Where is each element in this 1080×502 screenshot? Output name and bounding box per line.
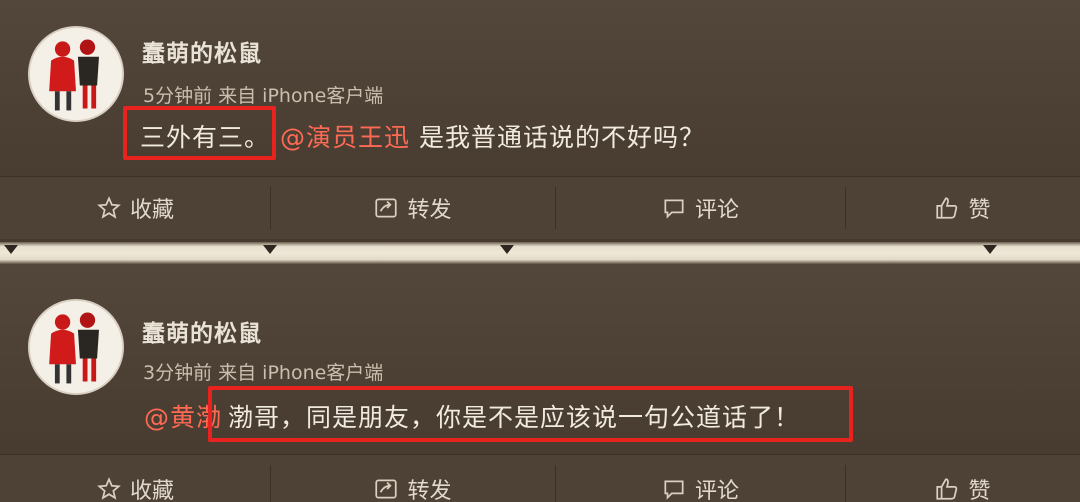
post-meta: 3分钟前 来自 iPhone客户端 xyxy=(143,362,384,384)
favorite-label: 收藏 xyxy=(129,479,174,502)
like-label: 赞 xyxy=(968,198,991,223)
like-button[interactable]: 赞 xyxy=(845,465,1080,502)
repost-label: 转发 xyxy=(407,198,452,223)
comment-icon xyxy=(664,199,684,219)
like-button[interactable]: 赞 xyxy=(845,177,1080,239)
post-text-after: 是我普通话说的不好吗？ xyxy=(410,123,705,152)
avatar-image xyxy=(30,28,122,120)
comment-icon xyxy=(664,480,684,500)
username[interactable]: 蠢萌的松鼠 xyxy=(142,314,262,348)
like-label: 赞 xyxy=(968,479,991,502)
thumbs-up-icon xyxy=(936,478,958,500)
avatar-image xyxy=(30,301,122,393)
favorite-button[interactable]: 收藏 xyxy=(0,177,270,239)
favorite-label: 收藏 xyxy=(129,198,174,223)
weibo-post: 蠢萌的松鼠 5分钟前 来自 iPhone客户端 三外有三。 @演员王迅 是我普通话… xyxy=(0,0,1080,242)
comment-button[interactable]: 评论 xyxy=(555,465,845,502)
avatar[interactable] xyxy=(28,26,124,122)
repost-label: 转发 xyxy=(407,479,452,502)
comment-label: 评论 xyxy=(694,479,739,502)
repost-button[interactable]: 转发 xyxy=(270,465,555,502)
highlight-box xyxy=(208,386,853,442)
repost-icon xyxy=(375,479,398,499)
weibo-post: 蠢萌的松鼠 3分钟前 来自 iPhone客户端 @黄渤 渤哥，同是朋友，你是不是应… xyxy=(0,264,1080,502)
star-icon xyxy=(97,477,121,500)
repost-icon xyxy=(375,198,398,218)
notch-marker xyxy=(500,245,514,254)
action-bar: 收藏 转发 评论 赞 xyxy=(0,176,1080,239)
comment-button[interactable]: 评论 xyxy=(555,177,845,239)
action-bar: 收藏 转发 评论 赞 xyxy=(0,454,1080,502)
thumbs-up-icon xyxy=(936,197,958,219)
star-icon xyxy=(97,196,121,219)
avatar[interactable] xyxy=(28,299,124,395)
comment-label: 评论 xyxy=(694,198,739,223)
highlight-box xyxy=(123,106,276,160)
username[interactable]: 蠢萌的松鼠 xyxy=(142,34,262,68)
mention-link[interactable]: @演员王迅 xyxy=(280,123,410,152)
separator xyxy=(0,242,1080,264)
notch-marker xyxy=(983,245,997,254)
repost-button[interactable]: 转发 xyxy=(270,177,555,239)
notch-marker xyxy=(4,245,18,254)
notch-marker xyxy=(263,245,277,254)
post-meta: 5分钟前 来自 iPhone客户端 xyxy=(143,85,384,107)
favorite-button[interactable]: 收藏 xyxy=(0,465,270,502)
